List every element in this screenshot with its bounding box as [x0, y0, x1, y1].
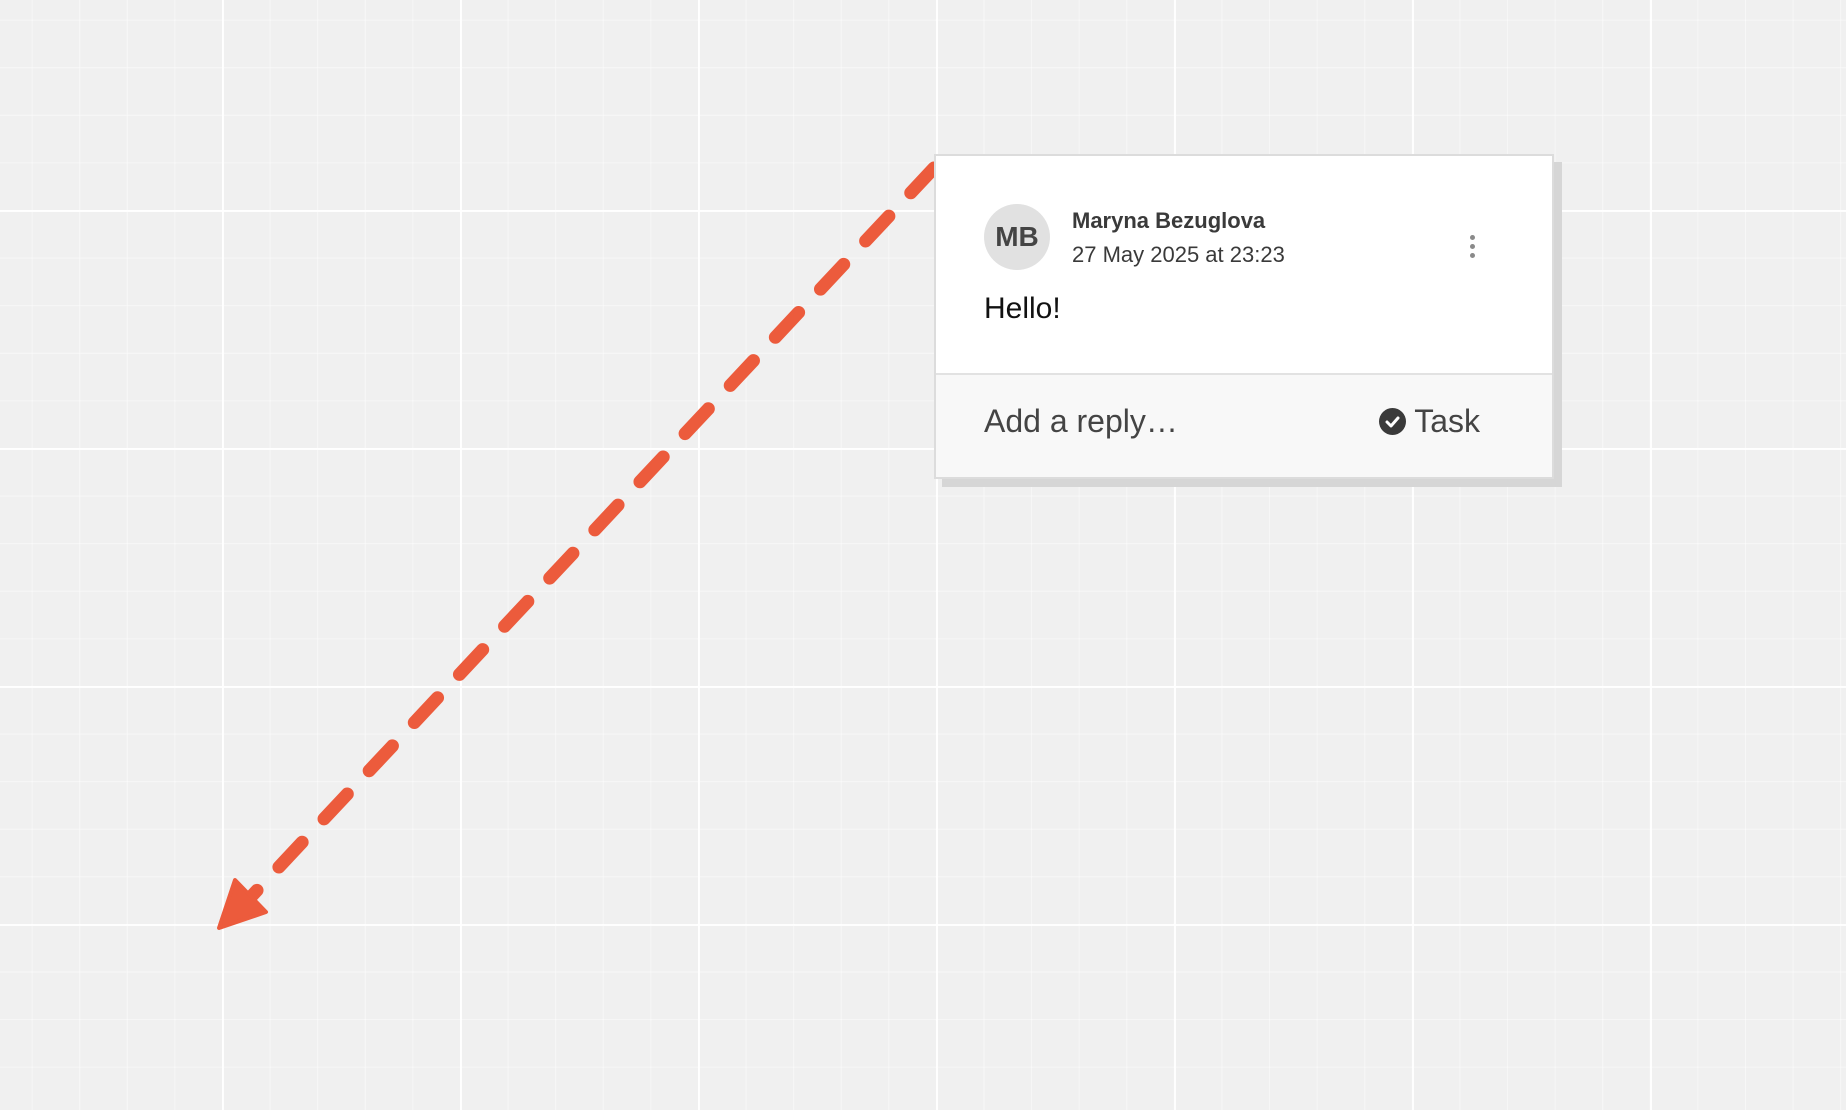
comment-timestamp: 27 May 2025 at 23:23 — [1072, 242, 1285, 267]
canvas-connector-layer — [217, 161, 941, 930]
task-label: Task — [1414, 403, 1480, 439]
dashed-connector-line[interactable] — [241, 161, 941, 907]
comment-footer: Add a reply… Task — [936, 373, 1552, 477]
comment-message: Hello! — [984, 292, 1061, 325]
check-circle-icon — [1379, 408, 1407, 435]
reply-input[interactable]: Add a reply… — [984, 403, 1178, 440]
comment-author: Maryna Bezuglova — [1072, 208, 1266, 233]
more-vertical-icon[interactable] — [1462, 226, 1482, 266]
task-button[interactable]: Task — [1379, 403, 1480, 440]
comment-card[interactable]: MB Maryna Bezuglova 27 May 2025 at 23:23… — [934, 154, 1554, 479]
avatar[interactable]: MB — [984, 204, 1050, 270]
